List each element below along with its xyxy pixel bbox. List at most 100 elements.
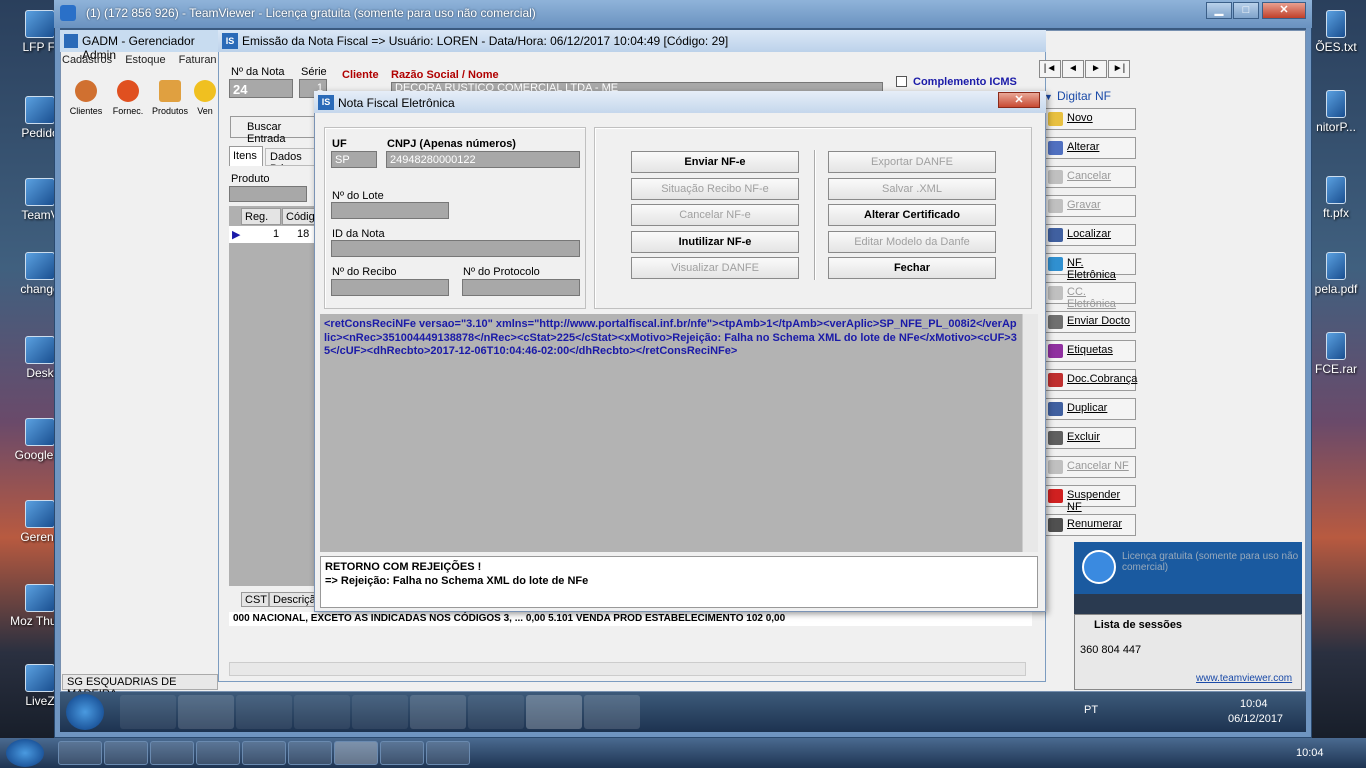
action-button-cancelar-nf[interactable]: Cancelar NF	[1044, 456, 1136, 478]
nfe-button-alterar-certificado[interactable]: Alterar Certificado	[828, 204, 996, 226]
local-notepad-icon[interactable]	[380, 741, 424, 765]
nfe-button-editar-modelo-da-danfe[interactable]: Editar Modelo da Danfe	[828, 230, 996, 253]
toolbar-produtos[interactable]: Produtos	[150, 80, 190, 116]
bottom-grid-row[interactable]: 000 NACIONAL, EXCETO AS INDICADAS NOS CÓ…	[229, 612, 1032, 626]
nfe-button-cancelar-nf-e[interactable]: Cancelar NF-e	[631, 204, 799, 226]
complemento-checkbox[interactable]	[896, 76, 907, 87]
action-button-nf-eletr-nica[interactable]: NF. Eletrônica	[1044, 253, 1136, 281]
desktop-icon[interactable]: FCE.rar	[1306, 332, 1366, 376]
table-row[interactable]: ▶ 1 18	[229, 226, 315, 243]
maximize-button[interactable]: □	[1233, 2, 1259, 19]
menu-cadastros[interactable]: Cadastros	[62, 54, 112, 66]
action-button-novo[interactable]: Novo	[1044, 108, 1136, 130]
excel-icon[interactable]	[410, 695, 466, 729]
scanner-icon[interactable]	[294, 695, 350, 729]
local-archive-icon[interactable]	[426, 741, 470, 765]
chrome-icon[interactable]	[178, 695, 234, 729]
action-icon	[1048, 228, 1063, 242]
start-button[interactable]	[66, 694, 104, 730]
local-chrome-icon[interactable]	[196, 741, 240, 765]
result-line1: RETORNO COM REJEIÇÕES !	[325, 561, 482, 573]
local-is-icon[interactable]	[288, 741, 332, 765]
media-icon[interactable]	[468, 695, 524, 729]
toolbar-fornec[interactable]: Fornec.	[108, 80, 148, 116]
desktop-icon[interactable]: ÕES.txt	[1306, 10, 1366, 54]
minimize-button[interactable]: ▁	[1206, 2, 1232, 19]
xml-scrollbar[interactable]	[1022, 314, 1038, 552]
action-button-localizar[interactable]: Localizar	[1044, 224, 1136, 246]
nfe-button-fechar[interactable]: Fechar	[828, 257, 996, 279]
nav-button[interactable]: |◄	[1039, 60, 1061, 78]
gadm-title: GADM - Gerenciador Admin	[60, 30, 230, 62]
desktop-icon[interactable]: ft.pfx	[1306, 176, 1366, 220]
nfe-button-salvar-xml[interactable]: Salvar .XML	[828, 177, 996, 200]
tray-time[interactable]: 10:04	[1240, 698, 1268, 710]
buscar-entrada-button[interactable]: Buscar Entrada	[230, 116, 316, 145]
idnota-field[interactable]	[331, 240, 580, 257]
action-button-cc-eletr-nica[interactable]: CC. Eletrônica	[1044, 282, 1136, 310]
action-icon	[1048, 489, 1063, 503]
is-taskbar-icon[interactable]	[526, 695, 582, 729]
teamviewer-icon	[1082, 550, 1116, 584]
action-button-suspender-nf[interactable]: Suspender NF	[1044, 485, 1136, 513]
uf-field[interactable]: SP	[331, 151, 377, 168]
local-start-button[interactable]	[6, 739, 44, 767]
action-button-renumerar[interactable]: Renumerar	[1044, 514, 1136, 536]
nfe-button-enviar-nf-e[interactable]: Enviar NF-e	[631, 151, 799, 173]
action-button-enviar-docto[interactable]: Enviar Docto	[1044, 311, 1136, 333]
tray-lang[interactable]: PT	[1084, 704, 1098, 716]
produto-field[interactable]	[229, 186, 307, 202]
explorer-icon[interactable]	[236, 695, 292, 729]
desktop-icon[interactable]: pela.pdf	[1306, 252, 1366, 296]
tab-dados[interactable]: Dados Pri	[265, 148, 315, 166]
nfe-button-inutilizar-nf-e[interactable]: Inutilizar NF-e	[631, 230, 799, 253]
lote-field[interactable]	[331, 202, 449, 219]
nav-button[interactable]: ►|	[1108, 60, 1130, 78]
local-explorer-icon[interactable]	[58, 741, 102, 765]
cnpj-field[interactable]: 24948280000122	[386, 151, 580, 168]
nfe-button-situa-o-recibo-nf-e[interactable]: Situação Recibo NF-e	[631, 177, 799, 200]
toolbar-vendas[interactable]: Ven	[192, 80, 218, 116]
toolbar-clientes[interactable]: Clientes	[66, 80, 106, 116]
nav-button[interactable]: ◄	[1062, 60, 1084, 78]
action-button-alterar[interactable]: Alterar	[1044, 137, 1136, 159]
local-tray-time[interactable]: 10:04	[1296, 747, 1324, 759]
desktop-icon[interactable]: nitorP...	[1306, 90, 1366, 134]
action-button-excluir[interactable]: Excluir	[1044, 427, 1136, 449]
menu-faturamento[interactable]: Faturan	[179, 54, 217, 66]
digitar-nf-link[interactable]: Digitar NF	[1057, 89, 1111, 103]
action-button-gravar[interactable]: Gravar	[1044, 195, 1136, 217]
teamviewer-taskbar-icon[interactable]	[584, 695, 640, 729]
action-button-doc-cobran-a[interactable]: Doc.Cobrança	[1044, 369, 1137, 391]
local-app2-icon[interactable]	[242, 741, 286, 765]
tab-itens[interactable]: Itens	[229, 146, 263, 166]
nfe-button-exportar-danfe[interactable]: Exportar DANFE	[828, 151, 996, 173]
tv-session-id[interactable]: 360 804 447	[1080, 644, 1141, 656]
recibo-field[interactable]	[331, 279, 449, 296]
local-app-icon[interactable]	[150, 741, 194, 765]
menu-estoque[interactable]: Estoque	[125, 54, 165, 66]
nfe-button-visualizar-danfe[interactable]: Visualizar DANFE	[631, 257, 799, 279]
ie-icon[interactable]	[120, 695, 176, 729]
tv-link[interactable]: www.teamviewer.com	[1196, 673, 1292, 684]
nnota-field[interactable]: 24	[229, 79, 293, 98]
nav-button[interactable]: ►	[1085, 60, 1107, 78]
actions-divider	[814, 150, 816, 280]
tray-date[interactable]: 06/12/2017	[1228, 713, 1283, 725]
complemento-label: Complemento ICMS	[913, 76, 1017, 88]
action-icon	[1048, 199, 1063, 213]
nfe-dialog-title: Nota Fiscal Eletrônica	[314, 91, 1046, 113]
action-button-duplicar[interactable]: Duplicar	[1044, 398, 1136, 420]
local-teamviewer-icon[interactable]	[334, 741, 378, 765]
cliente-label: Cliente	[342, 69, 379, 81]
local-folder-icon[interactable]	[104, 741, 148, 765]
action-button-etiquetas[interactable]: Etiquetas	[1044, 340, 1136, 362]
protocolo-field[interactable]	[462, 279, 580, 296]
horizontal-scrollbar[interactable]	[229, 662, 1026, 676]
action-button-cancelar[interactable]: Cancelar	[1044, 166, 1136, 188]
word-icon[interactable]	[352, 695, 408, 729]
close-button[interactable]: ✕	[1262, 2, 1306, 19]
lote-label: Nº do Lote	[332, 190, 384, 202]
grid-header-descricao: Descriçã	[269, 592, 317, 607]
dialog-close-button[interactable]: ✕	[998, 92, 1040, 108]
